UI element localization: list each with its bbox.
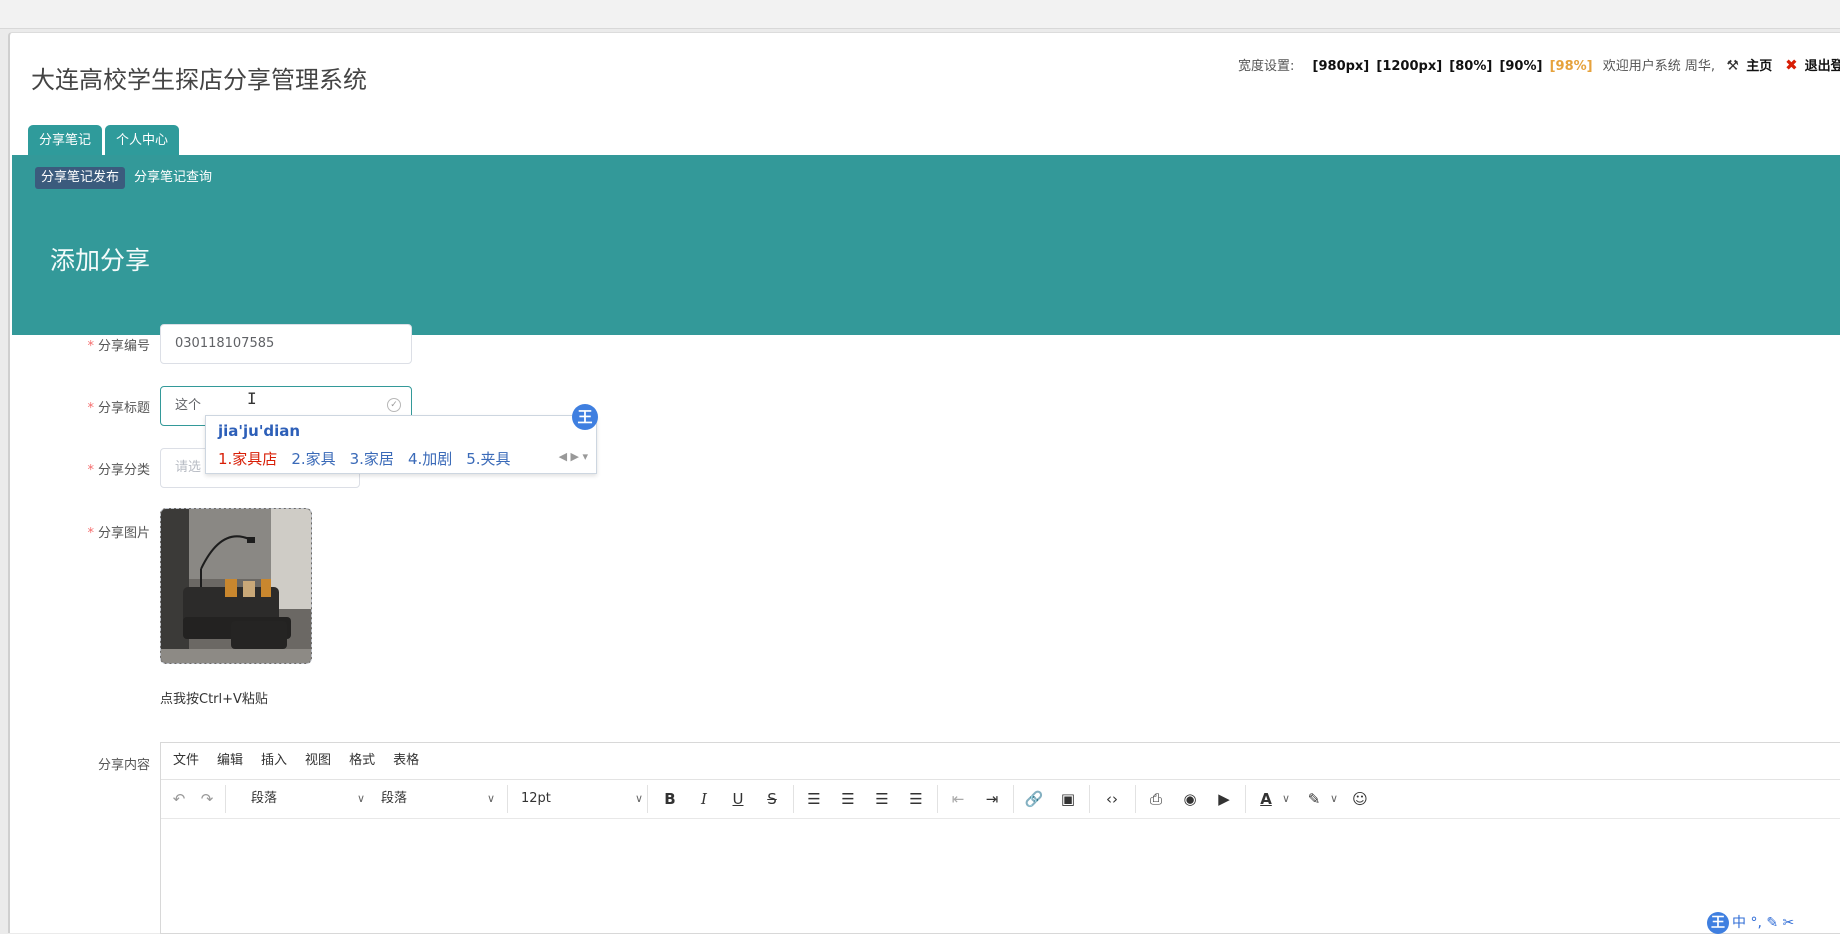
preview-icon[interactable]: ◉ [1175,780,1205,818]
share-image-thumbnail[interactable] [160,508,312,664]
header-band: 分享笔记发布 分享笔记查询 添加分享 [12,155,1840,335]
menu-insert[interactable]: 插入 [261,753,287,768]
welcome-text: 欢迎用户系统 周华, [1602,59,1715,74]
toolbar-separator [1135,785,1136,813]
image-icon[interactable]: ▣ [1053,780,1083,818]
menu-file[interactable]: 文件 [173,753,199,768]
toolbar-separator [793,785,794,813]
strikethrough-icon[interactable]: S [757,780,787,818]
indent-icon[interactable]: ⇥ [977,780,1007,818]
close-icon: ✖ [1785,56,1798,74]
undo-icon[interactable]: ↶ [167,780,191,818]
ime-mode-text[interactable]: 中 [1732,915,1746,931]
share-image-label: * 分享图片 [87,526,150,541]
tab-personal-center[interactable]: 个人中心 [105,125,180,155]
underline-icon[interactable]: U [723,780,753,818]
toolbar-separator [647,785,648,813]
logout-link[interactable]: 退出登录 [1805,59,1840,74]
ime-pinyin: jia'ju'dian [218,422,301,440]
paste-tip[interactable]: 点我按Ctrl+V粘贴 [160,688,268,707]
link-icon[interactable]: 🔗 [1019,780,1049,818]
tab-share-notes[interactable]: 分享笔记 [28,125,103,155]
bold-icon[interactable]: B [655,780,685,818]
align-right-icon[interactable]: ☰ [867,780,897,818]
sub-nav: 分享笔记发布 分享笔记查询 [35,167,221,189]
main-tabs: 分享笔记 个人中心 [28,125,182,155]
share-id-label: * 分享编号 [87,339,150,354]
text-color-icon[interactable]: A [1251,780,1281,818]
chevron-down-icon[interactable]: ∨ [1327,780,1341,818]
toolbar-separator [225,785,226,813]
toolbar-separator [937,785,938,813]
align-left-icon[interactable]: ☰ [799,780,829,818]
width-option-980px[interactable]: [980px] [1313,59,1370,74]
align-center-icon[interactable]: ☰ [833,780,863,818]
width-setting-label: 宽度设置: [1238,59,1295,74]
ime-page-nav[interactable]: ◀ ▶ ▾ [559,450,588,463]
editor-content-area[interactable] [161,819,1840,931]
ime-status-logo-icon: 王 [1707,912,1729,934]
align-justify-icon[interactable]: ☰ [901,780,931,818]
block-format-select-1[interactable]: 段落 ∨ [251,780,371,818]
ime-candidate-window: jia'ju'dian 1.家具店 2.家具 3.家居 4.加剧 5.夹具 ◀ ▶ ▾ … [205,404,598,474]
italic-icon[interactable]: I [689,780,719,818]
highlight-icon[interactable]: ✎ [1299,780,1329,818]
share-content-label: 分享内容 [97,758,150,773]
ime-candidate[interactable]: 1.家具店 [218,450,277,468]
menu-table[interactable]: 表格 [393,753,419,768]
media-icon[interactable]: ▶ [1209,780,1239,818]
chevron-down-icon: ∨ [356,792,365,805]
width-option-80[interactable]: [80%] [1449,59,1492,74]
pen-icon[interactable]: ✎ [1766,915,1778,931]
share-title-label: * 分享标题 [87,401,150,416]
text-cursor-icon: I [247,389,257,408]
chevron-down-icon: ∨ [634,792,643,805]
width-option-90[interactable]: [90%] [1499,59,1542,74]
block-format-select-2[interactable]: 段落 ∨ [381,780,501,818]
menu-edit[interactable]: 编辑 [217,753,243,768]
emoticon-icon[interactable]: ☺ [1345,780,1375,818]
ime-candidate[interactable]: 5.夹具 [466,450,510,468]
punctuation-icon[interactable]: °, [1750,915,1761,931]
editor-menubar: 文件 编辑 插入 视图 格式 表格 [161,743,1840,780]
toolbar-separator [1089,785,1090,813]
ime-candidates: 1.家具店 2.家具 3.家居 4.加剧 5.夹具 [218,448,525,469]
home-link[interactable]: 主页 [1746,59,1772,74]
input-check-icon: ✓ [387,398,401,412]
toolbar-separator [507,785,508,813]
chevron-down-icon: ∨ [486,792,495,805]
top-right-bar: 宽度设置: [980px] [1200px] [80%] [90%] [98%]… [1238,55,1840,74]
share-id-input[interactable]: 030118107585 [160,324,412,364]
tools-icon: ⚒ [1726,58,1739,74]
tools-icon[interactable]: ✂ [1783,915,1795,931]
subnav-publish-note[interactable]: 分享笔记发布 [35,167,126,189]
code-icon[interactable]: ‹› [1095,780,1129,818]
ime-candidate[interactable]: 2.家具 [291,450,335,468]
ime-candidate[interactable]: 3.家居 [350,450,394,468]
ime-logo-icon: 王 [572,404,598,430]
outdent-icon[interactable]: ⇤ [943,780,973,818]
editor-toolbar: ↶ ↷ 段落 ∨ 段落 ∨ 12pt ∨ B I U S ☰ ☰ ☰ ☰ ⇤ ⇥ 🔗 … [161,780,1840,819]
ime-status-bar[interactable]: 王中 °, ✎ ✂ [1707,912,1795,934]
system-title: 大连高校学生探店分享管理系统 [31,66,367,94]
section-title: 添加分享 [50,246,151,275]
font-size-select[interactable]: 12pt ∨ [521,780,649,818]
width-option-98[interactable]: [98%] [1550,59,1593,74]
subnav-query-note[interactable]: 分享笔记查询 [128,167,218,189]
menu-view[interactable]: 视图 [305,753,331,768]
share-category-label: * 分享分类 [87,463,150,478]
menu-format[interactable]: 格式 [349,753,375,768]
chevron-down-icon[interactable]: ∨ [1279,780,1293,818]
rich-text-editor: 文件 编辑 插入 视图 格式 表格 ↶ ↷ 段落 ∨ 段落 ∨ 12pt ∨ B I U S ☰… [160,742,1840,934]
browser-top-strip [0,0,1840,29]
redo-icon[interactable]: ↷ [195,780,219,818]
toolbar-separator [1245,785,1246,813]
width-option-1200px[interactable]: [1200px] [1376,59,1442,74]
ime-candidate[interactable]: 4.加剧 [408,450,452,468]
toolbar-separator [1013,785,1014,813]
print-icon[interactable]: ⎙ [1141,780,1171,818]
